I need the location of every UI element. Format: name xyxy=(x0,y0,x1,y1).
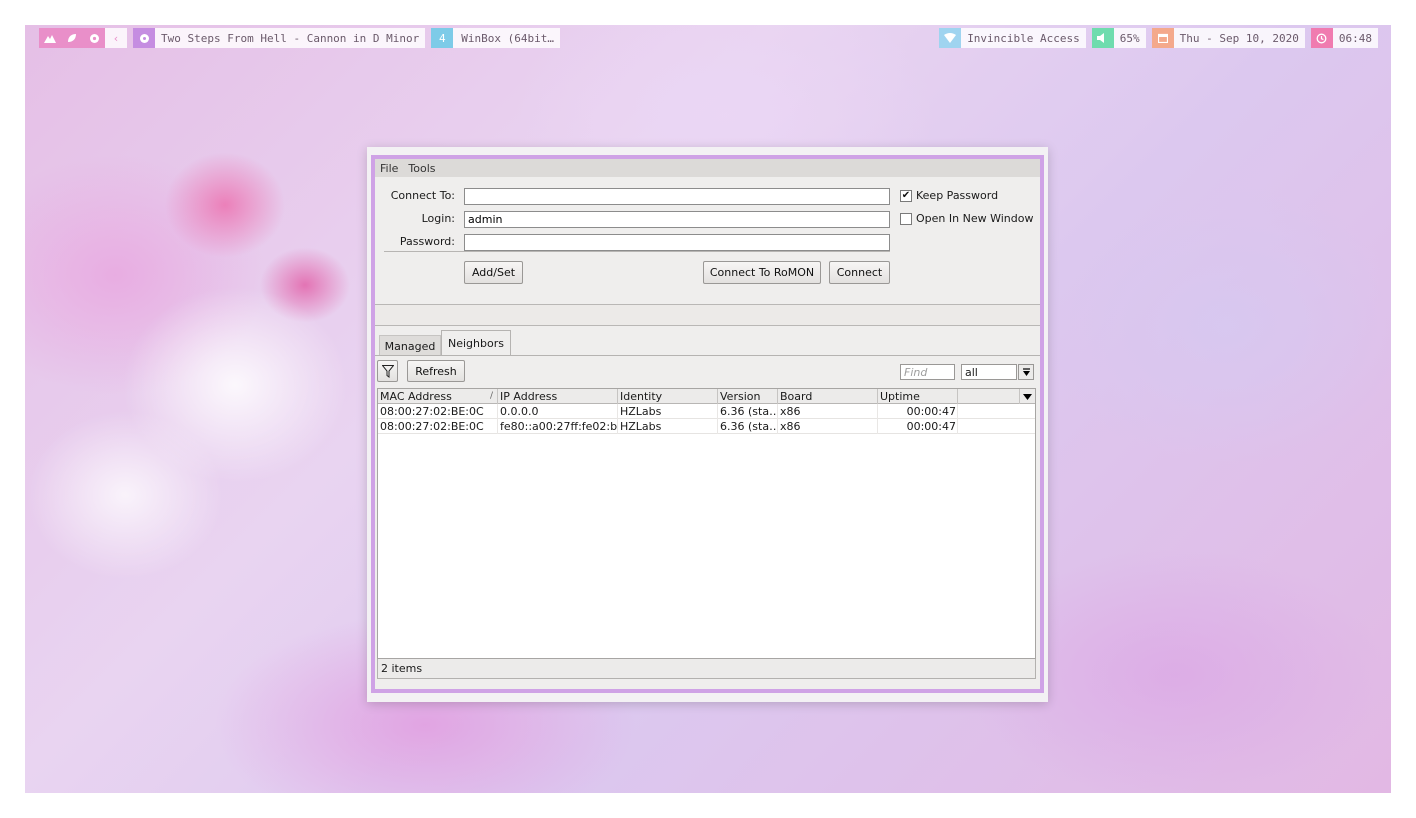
col-ip-address[interactable]: IP Address xyxy=(498,389,618,404)
password-label: Password: xyxy=(399,235,455,248)
topbar-left: ‹ Two Steps From Hell - Cannon in D Mino… xyxy=(39,28,560,48)
tab-managed[interactable]: Managed xyxy=(379,335,441,356)
cell-mac: 08:00:27:02:BE:0C xyxy=(378,404,498,419)
wifi-label: Invincible Access xyxy=(961,28,1086,48)
find-input[interactable]: Find xyxy=(900,364,955,380)
leaf-icon[interactable] xyxy=(61,28,83,48)
menu-bar: File Tools xyxy=(375,159,1040,177)
volume-label[interactable]: 65% xyxy=(1113,28,1146,48)
table-header: MAC Address / IP Address Identity Versio… xyxy=(378,389,1035,404)
connect-button[interactable]: Connect xyxy=(829,261,890,284)
cell-uptime: 00:00:47 xyxy=(878,419,958,434)
volume-icon[interactable] xyxy=(1091,28,1114,48)
winbox-window-frame: File Tools Connect To: Login: Password: … xyxy=(367,147,1048,702)
cell-version: 6.36 (sta… xyxy=(720,404,778,419)
cell-uptime: 00:00:47 xyxy=(878,404,958,419)
refresh-button[interactable]: Refresh xyxy=(407,360,465,382)
date-label: Thu - Sep 10, 2020 xyxy=(1173,28,1305,48)
menu-file[interactable]: File xyxy=(375,162,403,175)
sort-icon: / xyxy=(489,391,493,401)
tab-underline xyxy=(375,355,1040,356)
neighbors-table: MAC Address / IP Address Identity Versio… xyxy=(377,388,1036,659)
select-arrow-icon[interactable] xyxy=(1018,364,1034,380)
window-title[interactable]: WinBox (64bit… xyxy=(453,28,560,48)
connect-to-label: Connect To: xyxy=(390,189,455,202)
col-mac-address[interactable]: MAC Address / xyxy=(378,389,498,404)
cell-board: x86 xyxy=(778,419,878,434)
cell-ip: 0.0.0.0 xyxy=(498,404,618,419)
wifi-icon xyxy=(939,28,962,48)
calendar-icon xyxy=(1151,28,1174,48)
col-uptime[interactable]: Uptime xyxy=(878,389,958,404)
time-label: 06:48 xyxy=(1332,28,1378,48)
flower-icon[interactable] xyxy=(83,28,105,48)
cell-identity: HZLabs xyxy=(618,404,718,419)
menu-tools[interactable]: Tools xyxy=(403,162,440,175)
music-title: Two Steps From Hell - Cannon in D Minor xyxy=(155,28,426,48)
connect-romon-button[interactable]: Connect To RoMON xyxy=(703,261,821,284)
cell-identity: HZLabs xyxy=(618,419,718,434)
clock-icon xyxy=(1310,28,1333,48)
open-new-window-checkbox[interactable] xyxy=(900,213,912,225)
music-disc-icon xyxy=(133,28,155,48)
table-row[interactable]: 08:00:27:02:BE:0C 0.0.0.0 HZLabs 6.36 (s… xyxy=(378,404,1035,419)
filter-icon xyxy=(381,364,394,378)
cell-version: 6.36 (sta… xyxy=(720,419,778,434)
login-input[interactable] xyxy=(464,211,890,228)
mountain-icon[interactable] xyxy=(39,28,61,48)
connect-to-input[interactable] xyxy=(464,188,890,205)
filter-select[interactable]: all xyxy=(961,364,1017,380)
password-input[interactable] xyxy=(464,234,890,251)
winbox-window: File Tools Connect To: Login: Password: … xyxy=(371,155,1044,693)
col-version[interactable]: Version xyxy=(718,389,778,404)
status-strip xyxy=(375,304,1040,326)
add-set-button[interactable]: Add/Set xyxy=(464,261,523,284)
desktop-wallpaper: ‹ Two Steps From Hell - Cannon in D Mino… xyxy=(25,25,1391,793)
col-identity[interactable]: Identity xyxy=(618,389,718,404)
chevron-left-icon[interactable]: ‹ xyxy=(105,28,127,48)
table-row[interactable]: 08:00:27:02:BE:0C fe80::a00:27ff:fe02:b…… xyxy=(378,419,1035,434)
open-new-window-label: Open In New Window xyxy=(916,212,1034,225)
cell-mac: 08:00:27:02:BE:0C xyxy=(378,419,498,434)
col-board[interactable]: Board xyxy=(778,389,878,404)
cell-board: x86 xyxy=(778,404,878,419)
items-count: 2 items xyxy=(377,659,1036,679)
workspace-number[interactable]: 4 xyxy=(431,28,454,48)
cell-ip: fe80::a00:27ff:fe02:b… xyxy=(500,419,618,434)
form-separator xyxy=(384,251,890,252)
tab-neighbors[interactable]: Neighbors xyxy=(441,330,511,356)
login-label: Login: xyxy=(421,212,455,225)
filter-button[interactable] xyxy=(377,360,398,382)
topbar-right: Invincible Access 65% Thu - Sep 10, 2020… xyxy=(939,28,1378,48)
keep-password-label: Keep Password xyxy=(916,189,999,202)
column-menu-icon[interactable] xyxy=(1020,389,1035,404)
col-extra xyxy=(958,389,1020,404)
keep-password-checkbox[interactable]: ✔ xyxy=(900,190,912,202)
